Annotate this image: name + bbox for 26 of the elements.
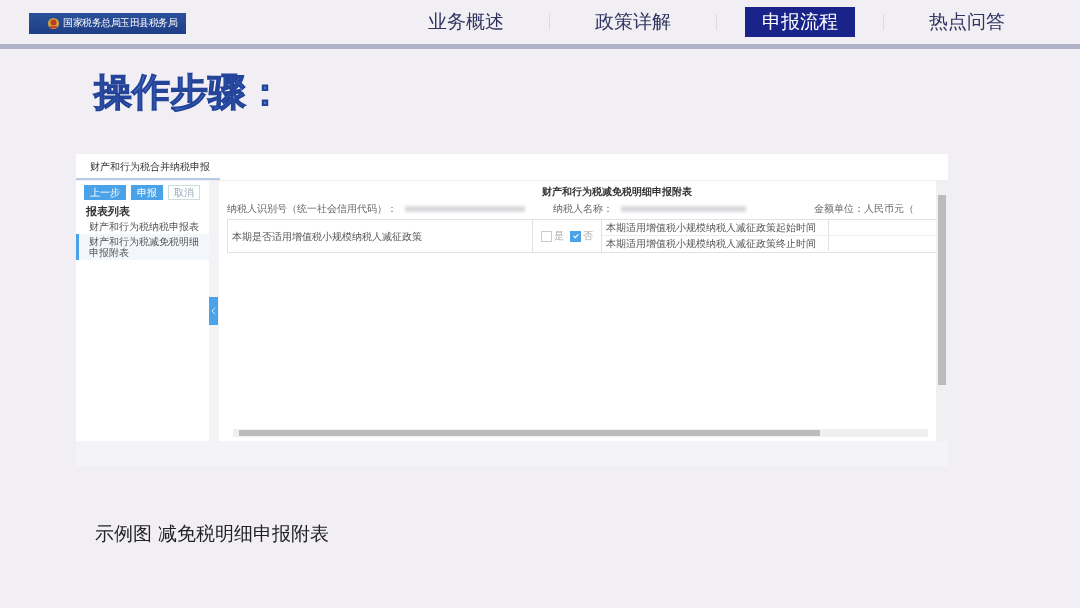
collapse-handle[interactable] — [209, 297, 218, 325]
figure-caption: 示例图 减免税明细申报附表 — [95, 521, 331, 546]
slide-title: 操作步骤： — [94, 68, 285, 115]
check-icon — [571, 232, 580, 240]
taxpayer-id-label: 纳税人识别号（统一社会信用代码）： — [227, 202, 397, 216]
nav-tab[interactable]: 热点问答 — [912, 7, 1022, 37]
nav-tab[interactable]: 政策详解 — [578, 7, 688, 37]
list-title: 报表列表 — [85, 204, 131, 219]
table-cell: 本期适用增值税小规模纳税人减征政策起始时间 — [602, 220, 829, 235]
nav-tab[interactable]: 业务概述 — [411, 7, 521, 37]
emblem-icon — [47, 16, 60, 30]
option-label: 是 — [554, 229, 564, 243]
vertical-scrollbar[interactable] — [936, 181, 948, 441]
checkbox[interactable] — [541, 230, 552, 242]
taxpayer-name-label: 纳税人名称： — [553, 202, 613, 216]
nav-tab[interactable]: 申报流程 — [745, 7, 855, 37]
horizontal-scrollbar[interactable] — [233, 429, 928, 437]
form-title: 财产和行为税减免税明细申报附表 — [540, 185, 693, 199]
report-list-item[interactable]: 财产和行为税减免税明细申报附表 — [76, 234, 209, 260]
table-cell: 本期适用增值税小规模纳税人减征政策终止时间 — [602, 236, 829, 251]
checkbox[interactable] — [570, 230, 581, 242]
unit-label: 金额单位：人民币元（ — [814, 202, 914, 216]
table-cell: 本期是否适用增值税小规模纳税人减征政策 — [228, 220, 533, 252]
report-list-item[interactable]: 财产和行为税纳税申报表 — [76, 219, 209, 234]
logo-text: 国家税务总局玉田县税务局 — [63, 16, 177, 30]
option-label: 否 — [583, 229, 593, 243]
